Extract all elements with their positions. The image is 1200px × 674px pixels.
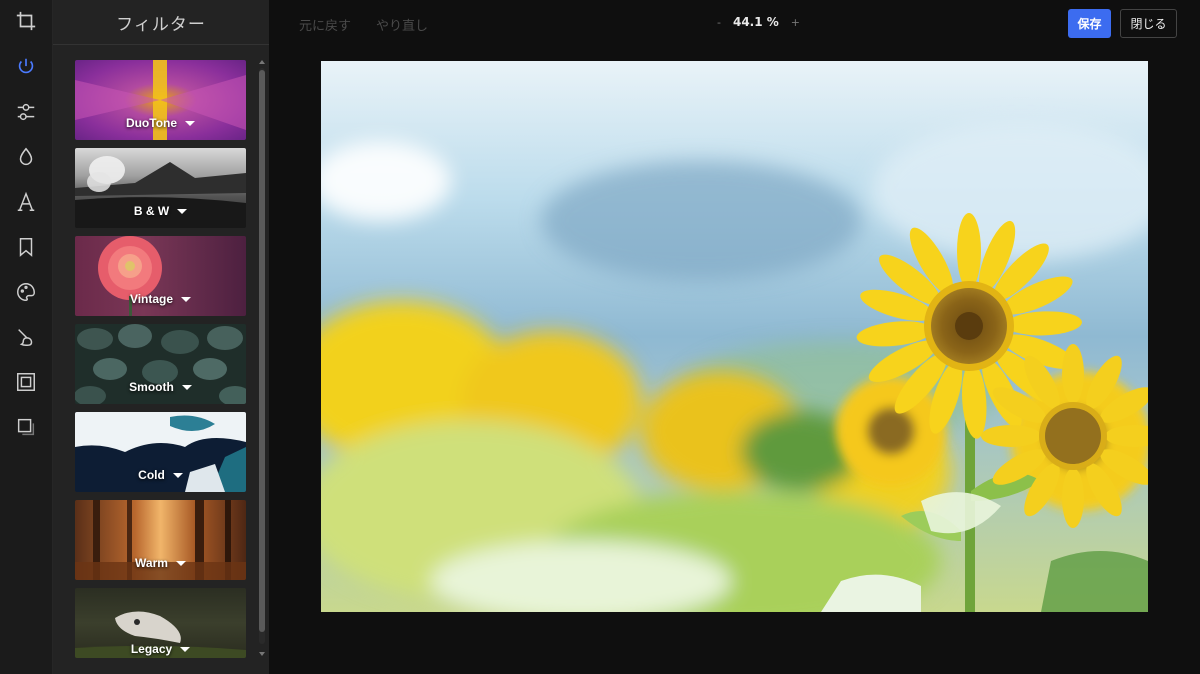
sticker-icon[interactable]	[9, 230, 43, 264]
close-button[interactable]: 閉じる	[1120, 9, 1177, 38]
chevron-down-icon[interactable]	[185, 120, 196, 126]
undo-button[interactable]: 元に戻す	[299, 15, 351, 34]
filter-card-vintage[interactable]: Vintage	[75, 236, 246, 316]
chevron-down-icon[interactable]	[180, 646, 191, 652]
scroll-up-icon[interactable]	[259, 60, 265, 64]
filter-card-label: B & W	[75, 204, 246, 218]
shape-icon[interactable]	[9, 410, 43, 444]
filter-card-label: DuoTone	[75, 116, 246, 130]
brush-icon[interactable]	[9, 320, 43, 354]
redo-button[interactable]: やり直し	[376, 15, 428, 34]
tool-rail	[0, 0, 53, 674]
frame-icon[interactable]	[9, 365, 43, 399]
chevron-down-icon[interactable]	[175, 560, 186, 566]
scroll-thumb[interactable]	[259, 70, 265, 632]
save-button[interactable]: 保存	[1068, 9, 1111, 38]
filter-card-duotone[interactable]: DuoTone	[75, 60, 246, 140]
filter-card-label: Warm	[75, 556, 246, 570]
filter-card-label: Vintage	[75, 292, 246, 306]
drop-icon[interactable]	[9, 140, 43, 174]
zoom-control: - 44.1 % +	[717, 15, 800, 29]
filter-card-label: Legacy	[75, 642, 246, 656]
panel-title: フィルター	[53, 0, 269, 45]
photo-canvas[interactable]	[321, 61, 1148, 612]
filter-card-label: Cold	[75, 468, 246, 482]
chevron-down-icon[interactable]	[181, 296, 192, 302]
crop-icon[interactable]	[9, 4, 43, 38]
text-icon[interactable]	[9, 185, 43, 219]
filter-card-warm[interactable]: Warm	[75, 500, 246, 580]
zoom-in-button[interactable]: +	[791, 16, 800, 29]
palette-icon[interactable]	[9, 275, 43, 309]
filter-card-cold[interactable]: Cold	[75, 412, 246, 492]
chevron-down-icon[interactable]	[177, 208, 188, 214]
filter-card-smooth[interactable]: Smooth	[75, 324, 246, 404]
filter-card-bw[interactable]: B & W	[75, 148, 246, 228]
workspace: 元に戻す やり直し - 44.1 % + 保存 閉じる	[269, 0, 1200, 674]
chevron-down-icon[interactable]	[181, 384, 192, 390]
filter-panel: フィルター DuoTone B & W Vintage Smooth Cold …	[53, 0, 269, 674]
sunflower-photo	[321, 61, 1148, 612]
adjust-icon[interactable]	[9, 95, 43, 129]
zoom-out-button[interactable]: -	[717, 16, 721, 29]
scroll-down-icon[interactable]	[259, 652, 265, 656]
panel-scrollbar[interactable]	[259, 60, 265, 660]
zoom-value: 44.1 %	[732, 15, 779, 29]
chevron-down-icon[interactable]	[172, 472, 183, 478]
filter-card-label: Smooth	[75, 380, 246, 394]
filter-icon[interactable]	[9, 50, 43, 84]
filter-card-legacy[interactable]: Legacy	[75, 588, 246, 658]
